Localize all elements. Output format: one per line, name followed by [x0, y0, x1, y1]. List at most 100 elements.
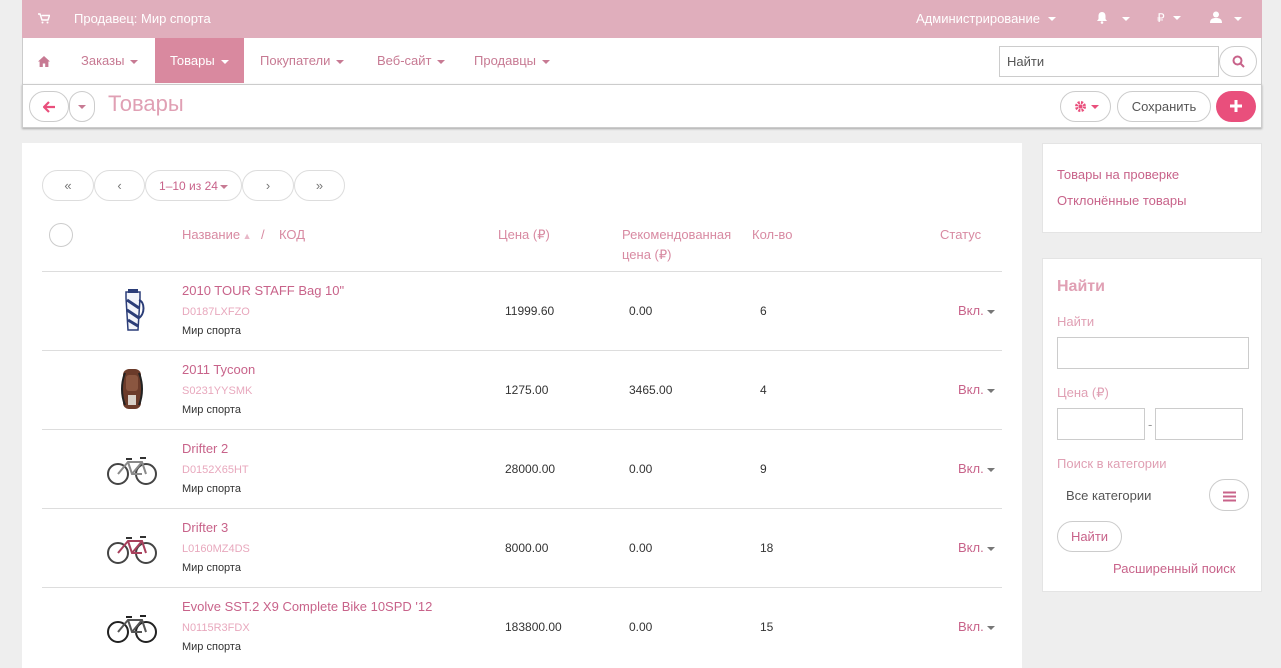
chevron-down-icon — [1091, 105, 1099, 109]
vendor-label: Продавец: Мир спорта — [74, 11, 211, 26]
cart-icon[interactable] — [38, 12, 51, 27]
column-header-recommended-price-line2: цена (₽) — [622, 247, 672, 262]
chevron-down-icon — [219, 184, 228, 189]
select-all-checkbox[interactable] — [49, 223, 73, 247]
category-field-label: Поиск в категории — [1057, 456, 1167, 471]
chevron-down-icon — [986, 388, 995, 393]
history-dropdown[interactable] — [69, 91, 95, 122]
chevron-down-icon — [78, 105, 86, 109]
search-button[interactable] — [1219, 46, 1257, 77]
table-row[interactable]: 2011 Tycoon S0231YYSMK Мир спорта 1275.0… — [42, 350, 1002, 429]
home-icon[interactable] — [38, 55, 50, 70]
global-search — [999, 46, 1257, 77]
pager-range-dropdown[interactable]: 1–10 из 24 — [145, 170, 242, 201]
column-header-status[interactable]: Статус — [940, 225, 981, 245]
notifications-menu[interactable] — [1096, 11, 1130, 27]
product-vendor: Мир спорта — [182, 325, 241, 337]
nav-item-orders[interactable]: Заказы — [81, 38, 139, 83]
search-panel-heading: Найти — [1057, 278, 1105, 295]
product-recommended-price: 3465.00 — [629, 383, 673, 397]
category-picker[interactable]: Все категории — [1057, 479, 1249, 511]
golf-bag-thumbnail[interactable] — [104, 286, 160, 336]
column-header-quantity[interactable]: Кол-во — [752, 225, 792, 245]
product-name-link[interactable]: Evolve SST.2 X9 Complete Bike 10SPD '12 — [182, 599, 432, 614]
chevron-down-icon — [986, 467, 995, 472]
gear-icon — [1074, 100, 1087, 116]
sidebar-links-panel: Товары на проверке Отклонённые товары — [1042, 143, 1262, 233]
product-name-link[interactable]: Drifter 2 — [182, 441, 228, 456]
currency-menu[interactable]: ₽ — [1157, 11, 1181, 25]
column-header-recommended-price[interactable]: Рекомендованная цена (₽) — [622, 225, 731, 265]
status-dropdown[interactable]: Вкл. — [958, 619, 995, 634]
page-header: Товары Сохранить — [22, 84, 1262, 128]
table-row[interactable]: Drifter 2 D0152X65HT Мир спорта 28000.00… — [42, 429, 1002, 508]
nav-item-vendors[interactable]: Продавцы — [474, 38, 551, 83]
bell-icon — [1096, 11, 1108, 27]
backpack-thumbnail[interactable] — [104, 365, 160, 415]
admin-menu[interactable]: Администрирование — [916, 11, 1056, 26]
pager-next-button[interactable]: › — [242, 170, 294, 201]
list-icon — [1223, 490, 1236, 505]
user-menu[interactable] — [1210, 11, 1242, 26]
admin-menu-label: Администрирование — [916, 11, 1040, 26]
price-from-input[interactable] — [1057, 408, 1145, 440]
column-header-name-label: Название — [182, 227, 241, 242]
find-field-label: Найти — [1057, 314, 1095, 329]
advanced-search-link[interactable]: Расширенный поиск — [1113, 561, 1235, 576]
chevron-down-icon — [1172, 16, 1181, 20]
status-dropdown[interactable]: Вкл. — [958, 303, 995, 318]
category-menu-button[interactable] — [1209, 479, 1249, 511]
product-price: 11999.60 — [505, 304, 555, 318]
pager-prev-button[interactable]: ‹ — [94, 170, 145, 201]
status-label: Вкл. — [958, 303, 984, 318]
column-header-price[interactable]: Цена (₽) — [498, 225, 550, 245]
pager-first-button[interactable]: « — [42, 170, 94, 201]
product-name-link[interactable]: 2010 TOUR STAFF Bag 10" — [182, 283, 344, 298]
find-input[interactable] — [1057, 337, 1249, 369]
chevron-down-icon — [220, 59, 229, 64]
chevron-down-icon — [437, 59, 446, 64]
product-name-link[interactable]: 2011 Tycoon — [182, 362, 255, 377]
pager-range-label: 1–10 из 24 — [159, 179, 218, 193]
status-dropdown[interactable]: Вкл. — [958, 540, 995, 555]
chevron-down-icon — [130, 59, 139, 64]
nav-item-website[interactable]: Веб-сайт — [377, 38, 446, 83]
product-price: 183800.00 — [505, 620, 562, 634]
main-navigation: Заказы Товары Покупатели Веб-сайт Продав… — [22, 38, 1262, 84]
find-button[interactable]: Найти — [1057, 521, 1122, 552]
pending-products-link[interactable]: Товары на проверке — [1057, 167, 1179, 182]
pager-last-button[interactable]: » — [294, 170, 345, 201]
product-quantity: 15 — [760, 620, 774, 634]
table-row[interactable]: Evolve SST.2 X9 Complete Bike 10SPD '12 … — [42, 587, 1002, 666]
product-recommended-price: 0.00 — [629, 462, 653, 476]
chevron-down-icon — [542, 59, 551, 64]
settings-dropdown[interactable] — [1060, 91, 1111, 122]
price-to-input[interactable] — [1155, 408, 1243, 440]
nav-item-customers[interactable]: Покупатели — [260, 38, 345, 83]
product-name-link[interactable]: Drifter 3 — [182, 520, 228, 535]
nav-item-products[interactable]: Товары — [155, 38, 244, 83]
status-dropdown[interactable]: Вкл. — [958, 461, 995, 476]
user-icon — [1210, 11, 1222, 26]
column-header-code[interactable]: КОД — [279, 225, 305, 245]
save-button[interactable]: Сохранить — [1117, 91, 1211, 122]
product-quantity: 9 — [760, 462, 767, 476]
search-input[interactable] — [999, 46, 1219, 77]
nav-item-label: Покупатели — [260, 53, 331, 68]
column-header-separator: / — [261, 227, 265, 242]
bicycle-thumbnail[interactable] — [104, 523, 160, 573]
add-product-button[interactable] — [1216, 91, 1256, 122]
product-price: 28000.00 — [505, 462, 556, 476]
column-header-recommended-price-line1: Рекомендованная — [622, 227, 732, 242]
status-dropdown[interactable]: Вкл. — [958, 382, 995, 397]
bicycle-thumbnail[interactable] — [104, 444, 160, 494]
column-header-name[interactable]: Название ▲ — [182, 225, 252, 246]
product-vendor: Мир спорта — [182, 404, 241, 416]
page-title: Товары — [108, 91, 184, 116]
rejected-products-link[interactable]: Отклонённые товары — [1057, 193, 1186, 208]
bicycle-thumbnail[interactable] — [104, 602, 160, 652]
product-recommended-price: 0.00 — [629, 304, 653, 318]
back-button[interactable] — [29, 91, 69, 122]
table-row[interactable]: 2010 TOUR STAFF Bag 10" D0187LXFZO Мир с… — [42, 271, 1002, 350]
table-row[interactable]: Drifter 3 L0160MZ4DS Мир спорта 8000.00 … — [42, 508, 1002, 587]
